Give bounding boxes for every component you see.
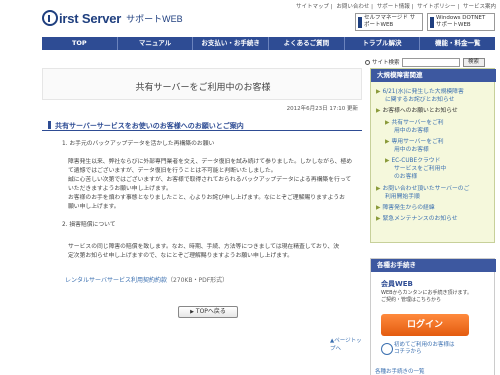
windows-dotnet-support-badge[interactable]: Windows DOTNET サポートWEB [427, 13, 495, 31]
incident-history-label[interactable]: 障害発生からの経緯 [382, 205, 434, 211]
item2-heading: 2. 損害賠償について [62, 222, 116, 228]
first-time-line[interactable]: 初めてご利用のお客様は [394, 342, 455, 349]
arrow-icon: ▶ [376, 108, 381, 114]
shared-server-line1[interactable]: 共有サーバーをご利 [391, 120, 443, 126]
title-box: 共有サーバーをご利用中のお客様 [42, 68, 362, 100]
arrow-icon: ▶ [385, 158, 390, 164]
member-web-logo: 会員WEB [381, 280, 413, 288]
ec-cube-line3[interactable]: のお客様 [394, 173, 417, 181]
nav-top[interactable]: TOP [42, 37, 118, 50]
customer-notice-label: お客様へのお願いとお知らせ [382, 108, 458, 114]
server-start-line2[interactable]: 利用開始手順 [385, 193, 420, 201]
section-marker [48, 121, 51, 129]
first-time-link[interactable]: 初めてご利用のお客様は コチラから [381, 342, 455, 356]
search-label: サイト検索 [372, 60, 400, 66]
header: irst Server サポートWEB サイトマップ | お問い合わせ | サポ… [0, 0, 500, 35]
first-time-line[interactable]: コチラから [394, 349, 455, 356]
page-top-label: ページトップへ [330, 338, 362, 352]
arrow-icon: ▶ [376, 89, 381, 95]
search-input[interactable] [401, 57, 460, 67]
arrow-icon: ▶ [376, 205, 381, 211]
page-title: 共有サーバーをご利用中のお客様 [135, 83, 271, 93]
procedures-heading: 各種お手続き [371, 259, 496, 272]
top-link-service[interactable]: サービス案内 [463, 4, 496, 10]
terms-pdf-link[interactable]: レンタルサーバサービス利用契約約款（270KB・PDF形式） [65, 275, 228, 284]
terms-pdf-link-text[interactable]: レンタルサーバサービス利用契約約款 [65, 277, 167, 284]
back-to-top-label: TOPへ戻る [195, 308, 226, 315]
updated-date: 2012年6月23日 17:10 更新 [286, 106, 358, 112]
search-button[interactable]: 検索 [462, 57, 485, 67]
nav-payment[interactable]: お支払い・お手続き [193, 37, 270, 50]
arrow-icon: ▶ [385, 120, 390, 126]
nav-features[interactable]: 機能・料金一覧 [420, 37, 495, 50]
top-link-sitemap[interactable]: サイトマップ [296, 4, 329, 10]
ec-cube-link[interactable]: ▶ EC-CUBEクラウド [385, 157, 440, 165]
nav-faq[interactable]: よくあるご質問 [269, 37, 345, 50]
server-start-line1[interactable]: お問い合わせ頂いたサーバーのご [382, 186, 469, 192]
section-heading: 共有サーバーサービスをお使いのお客様へのお願いとご案内 [42, 119, 362, 131]
incident-heading: 大規模障害関連 [371, 69, 496, 82]
procedures-list-link[interactable]: 各種お手続きの一覧 [375, 367, 425, 375]
site-search: サイト検索 検索 [365, 57, 495, 67]
nav-trouble[interactable]: トラブル解決 [345, 37, 421, 50]
para1-line: いただきますようお願い申し上げます。 [68, 186, 172, 192]
shared-server-link[interactable]: ▶ 共有サーバーをご利 [385, 119, 444, 127]
para1-line: て遺憾ではございますが、データ復旧を行うことは不可能と判断いたしました。 [68, 168, 277, 174]
dedicated-server-line1[interactable]: 専用サーバーをご利 [391, 139, 443, 145]
back-to-top-button[interactable]: ▶ TOPへ戻る [178, 306, 238, 318]
incident-apology-line2[interactable]: に関するお詫びとお知らせ [385, 96, 454, 104]
customer-notice-heading: ▶ お客様へのお願いとお知らせ [376, 107, 458, 115]
dedicated-server-link[interactable]: ▶ 専用サーバーをご利 [385, 138, 444, 146]
logo-subtitle: サポートWEB [126, 13, 183, 24]
maintenance-label[interactable]: 緊急メンテナンスのお知らせ [382, 216, 457, 222]
main-nav: TOP マニュアル お支払い・お手続き よくあるご質問 トラブル解決 機能・料金… [42, 37, 495, 50]
para1-line: 誠に心苦しい次第ではございますが、お客様で取得されておられるバックアップデータに… [68, 177, 352, 183]
incident-history-link[interactable]: ▶ 障害発生からの経緯 [376, 204, 435, 212]
top-links: サイトマップ | お問い合わせ | サポート情報 | サイトポリシー | サービ… [295, 4, 496, 10]
arrow-icon: ▶ [385, 139, 390, 145]
para2-line: 定次第お知らせ申し上げますので、なにとぞご理解賜りますようお願い申し上げます。 [68, 253, 293, 259]
self-managed-support-badge[interactable]: セルフマネージド サポートWEB [355, 13, 423, 31]
server-start-link[interactable]: ▶ お問い合わせ頂いたサーバーのご [376, 185, 469, 193]
dedicated-server-line2[interactable]: 用中のお客様 [394, 146, 429, 154]
item1-heading: 1. お手元のバックアップデータを活かした再構築のお願い [62, 141, 215, 147]
para1-line: 障害発生以来、弊社ならびに外部専門業者を交え、データ復旧を試み続けて参りました。… [68, 159, 353, 165]
logo-text: irst Server [59, 10, 122, 26]
terms-pdf-size: （270KB・PDF形式） [166, 277, 229, 284]
incident-apology-link[interactable]: ▶ 6/21(水)に発生した大規模障害 [376, 88, 464, 96]
logo-icon [42, 10, 58, 26]
top-link-policy[interactable]: サイトポリシー [417, 4, 456, 10]
para1-line: 願い申し上げます。 [68, 204, 120, 210]
search-icon [365, 59, 370, 65]
incident-apology-line1[interactable]: 6/21(水)に発生した大規模障害 [382, 89, 463, 95]
member-web-desc-line: WEBからカンタンにお手続き頂けます。 [381, 290, 473, 296]
para2-line: サービスの同じ障害の賠償を致します。なお、時期、手続、方法等につきましては現在精… [68, 244, 340, 250]
procedures-panel: 各種お手続き 会員WEB WEBからカンタンにお手続き頂けます。 ご契約・管理は… [370, 258, 496, 375]
maintenance-link[interactable]: ▶ 緊急メンテナンスのお知らせ [376, 215, 458, 223]
triangle-icon: ▶ [190, 309, 194, 315]
para1-line: お客様のお手を煩わす事態となりましたこと、心よりお詫び申し上げます。なにとぞご理… [68, 195, 345, 201]
shared-server-line2[interactable]: 用中のお客様 [394, 127, 429, 135]
top-link-support-info[interactable]: サポート情報 [377, 4, 410, 10]
nav-manual[interactable]: マニュアル [118, 37, 194, 50]
main-content: 共有サーバーをご利用中のお客様 2012年6月23日 17:10 更新 共有サー… [42, 68, 362, 368]
login-button[interactable]: ログイン [381, 314, 469, 336]
arrow-icon: ▶ [376, 186, 381, 192]
member-web-desc: WEBからカンタンにお手続き頂けます。 ご契約・管理はこちらから [381, 290, 472, 304]
section-heading-text: 共有サーバーサービスをお使いのお客様へのお願いとご案内 [55, 122, 244, 130]
logo[interactable]: irst Server サポートWEB [42, 9, 183, 27]
ec-cube-line1[interactable]: EC-CUBEクラウド [391, 158, 440, 164]
arrow-icon: ▶ [376, 216, 381, 222]
incident-panel: 大規模障害関連 ▶ 6/21(水)に発生した大規模障害 に関するお詫びとお知らせ … [370, 68, 496, 243]
page-top-link[interactable]: ▲ページトップへ [330, 336, 362, 352]
top-link-contact[interactable]: お問い合わせ [336, 4, 369, 10]
member-web-desc-line: ご契約・管理はこちらから [381, 297, 442, 303]
ec-cube-line2[interactable]: サービスをご利用中 [394, 165, 446, 173]
